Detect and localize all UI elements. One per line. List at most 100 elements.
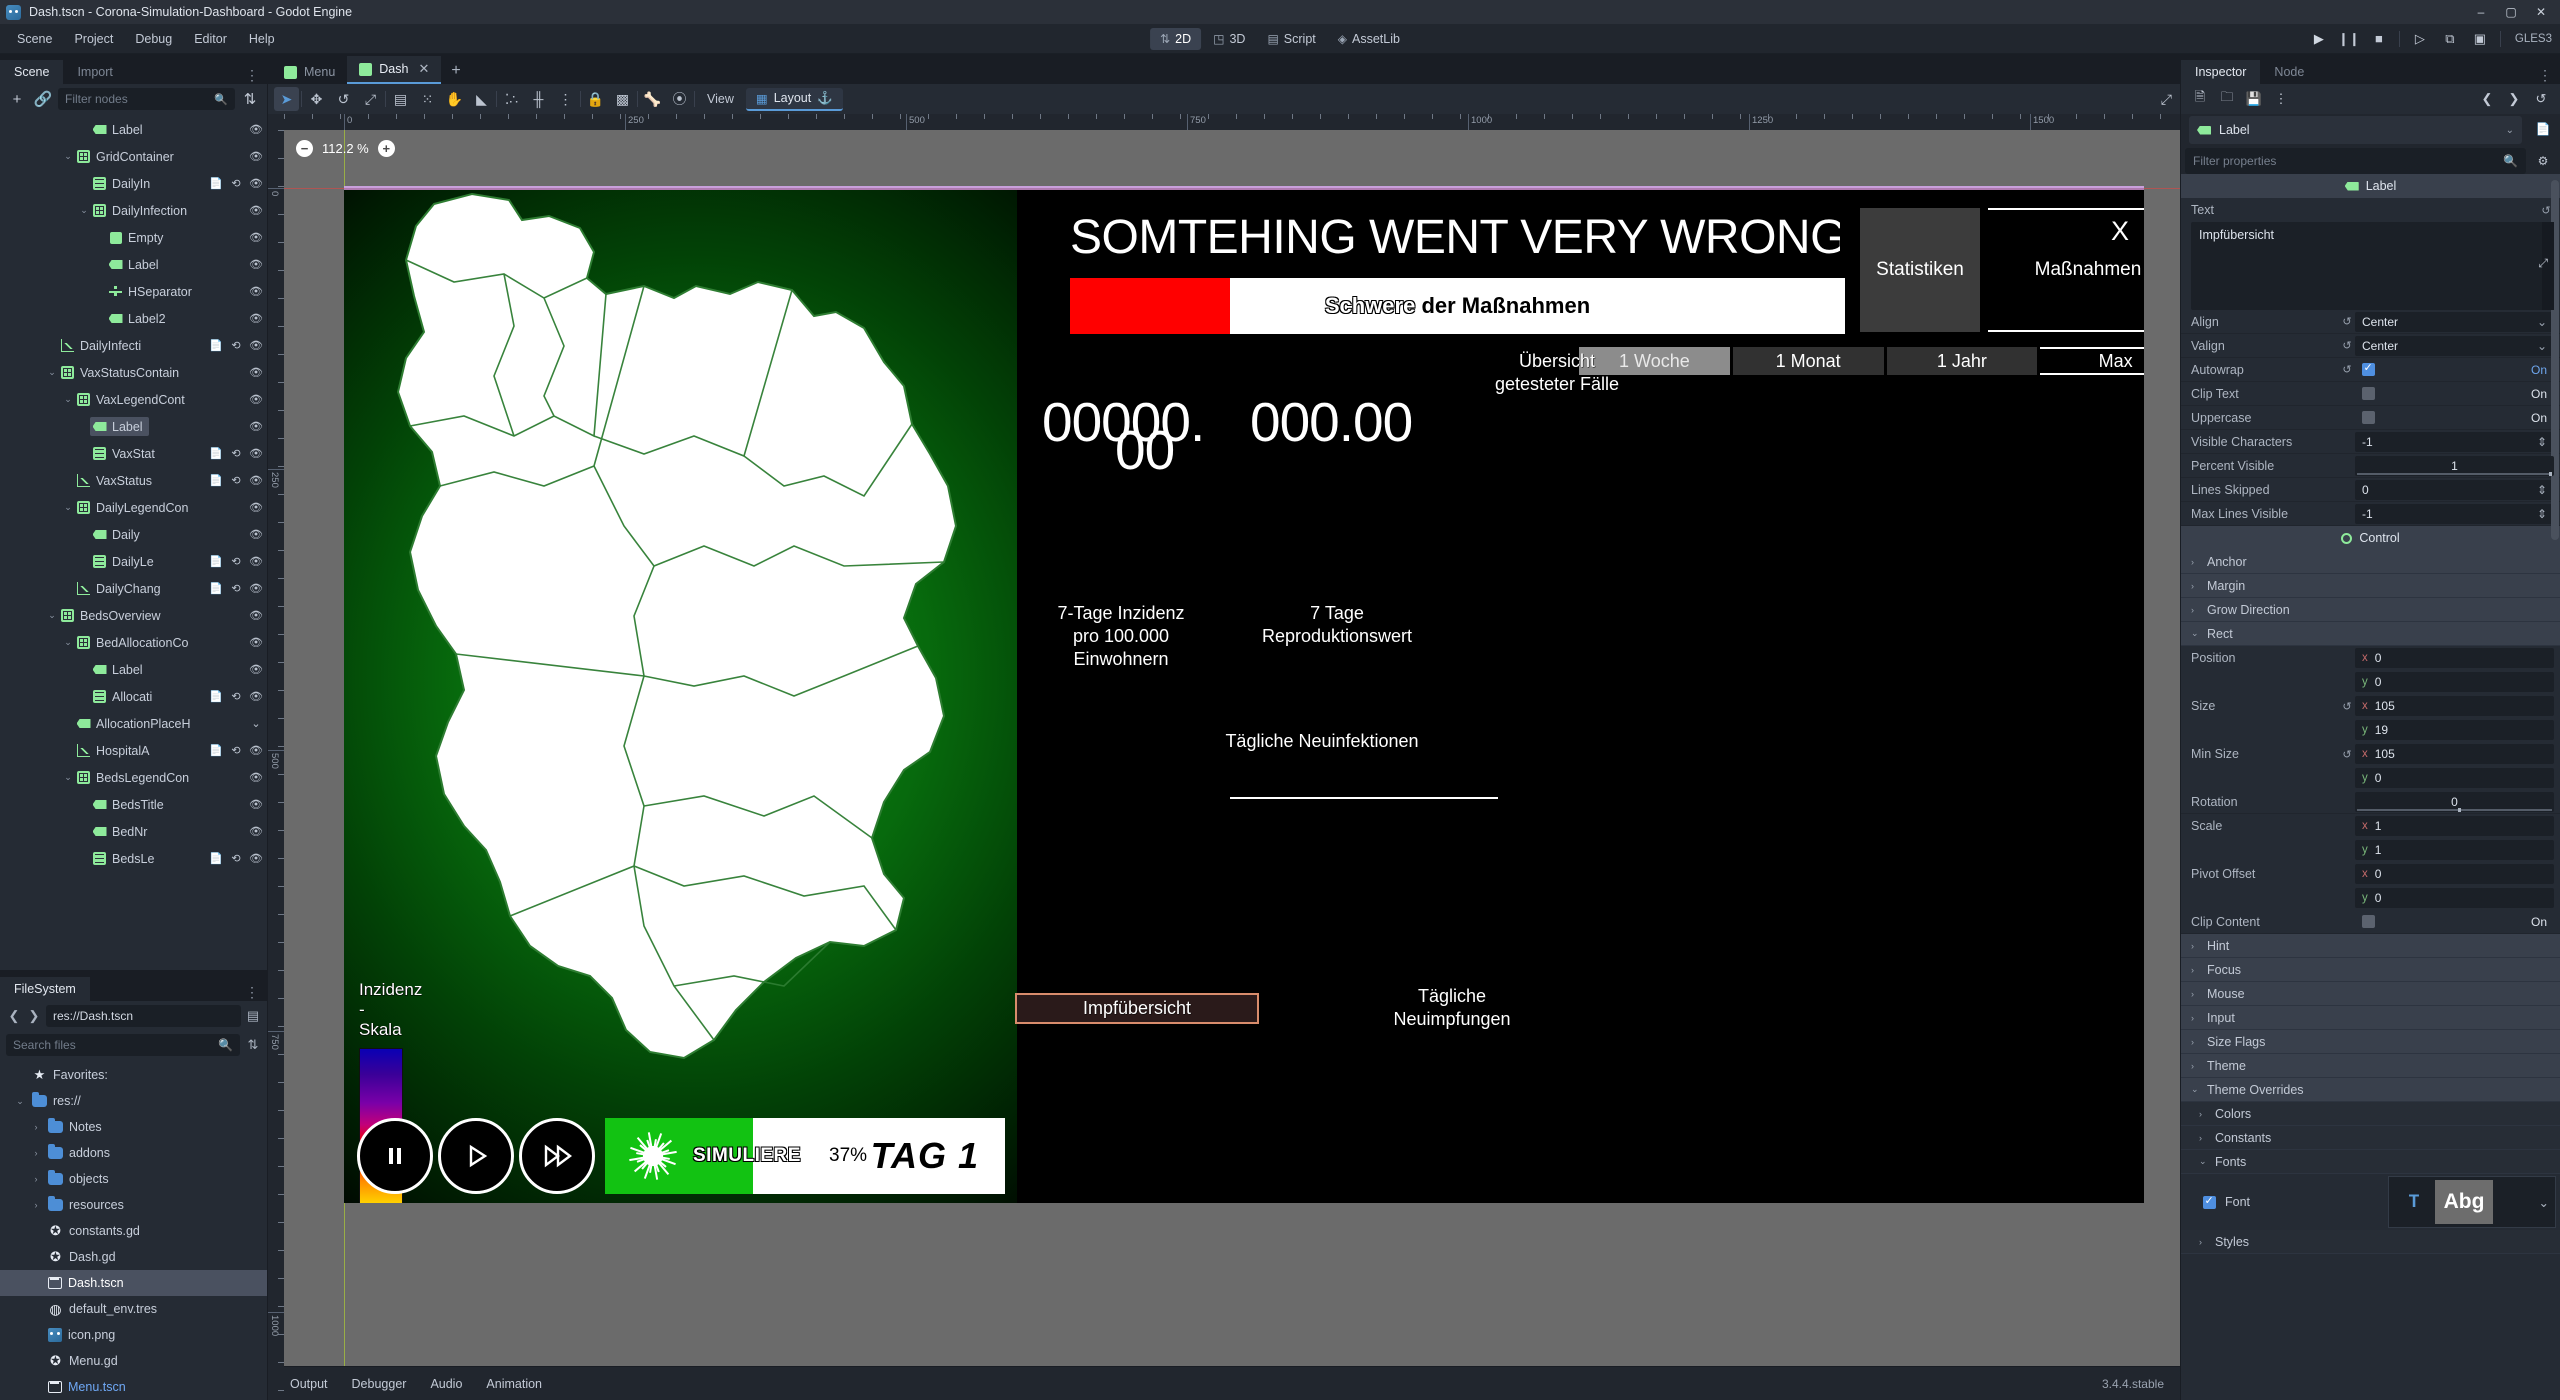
property-slider[interactable]: 1	[2355, 455, 2554, 476]
filesystem-item-addons[interactable]: › addons	[0, 1140, 267, 1166]
scale-icon[interactable]: ⤢	[358, 87, 383, 111]
history-forward-icon[interactable]: ❯	[2502, 88, 2526, 110]
tab-statistiken[interactable]: Statistiken	[1860, 208, 1980, 332]
visibility-icon[interactable]: 👁	[249, 744, 263, 758]
scene-tree-item-empty[interactable]: Empty 👁	[0, 224, 267, 251]
scene-tree-item-bedsle[interactable]: BedsLe 📄 ⟲ 👁	[0, 845, 267, 872]
signal-icon[interactable]: ⟲	[229, 447, 243, 461]
visibility-icon[interactable]: 👁	[249, 312, 263, 326]
filesystem-item-icon-png[interactable]: icon.png	[0, 1322, 267, 1348]
vector-field-y[interactable]: y0	[2355, 672, 2554, 692]
script-icon[interactable]: 📄	[209, 690, 223, 704]
property-checkbox[interactable]: On	[2355, 408, 2554, 428]
property-select[interactable]: Center ⌄	[2355, 311, 2554, 332]
visibility-icon[interactable]: 👁	[249, 798, 263, 812]
vector-field-x[interactable]: x0	[2355, 864, 2554, 884]
filesystem-item-objects[interactable]: › objects	[0, 1166, 267, 1192]
section-anchor[interactable]: › Anchor	[2181, 550, 2560, 574]
chevron-right-icon[interactable]: ›	[2191, 941, 2200, 951]
section-colors[interactable]: › Colors	[2181, 1102, 2560, 1126]
mode-assetlib-button[interactable]: ◈ AssetLib	[1328, 28, 1410, 50]
revert-icon[interactable]: ↺	[2339, 748, 2355, 761]
panel-output[interactable]: Output	[278, 1373, 340, 1395]
chevron-down-icon[interactable]: ⌄	[62, 502, 74, 513]
signal-icon[interactable]: ⟲	[229, 852, 243, 866]
checkbox-icon[interactable]	[2362, 915, 2375, 928]
group-icon[interactable]: ▩	[610, 87, 635, 111]
expand-icon[interactable]: ⤢	[2538, 256, 2548, 271]
mode-script-button[interactable]: ▤ Script	[1257, 28, 1325, 50]
vector-field-x[interactable]: x 105	[2355, 696, 2554, 716]
vector-field-x[interactable]: x0	[2355, 648, 2554, 668]
minimize-button[interactable]: –	[2466, 0, 2496, 24]
expand-icon[interactable]: ⤢	[2161, 91, 2172, 108]
scene-tab-dash[interactable]: Dash ✕	[347, 56, 442, 84]
scene-tree-item-bedslegendcon[interactable]: ⌄ BedsLegendCon 👁	[0, 764, 267, 791]
script-icon[interactable]: 📄	[209, 555, 223, 569]
revert-icon[interactable]: ↺	[2339, 363, 2355, 376]
canvas-2d-area[interactable]: − 112.2 % + Inzidenz - Skala SIMULIERE 3…	[284, 130, 2180, 1400]
add-node-icon[interactable]: +	[6, 88, 28, 110]
section-mouse[interactable]: › Mouse	[2181, 982, 2560, 1006]
history-icon[interactable]: ↺	[2529, 88, 2553, 110]
chevron-down-icon[interactable]: ⌄	[2539, 1195, 2549, 1210]
canvas-viewport[interactable]: 0 250 500 750 1000 1250 1500 0 250 500 750 1000 − …	[268, 114, 2180, 1400]
visibility-icon[interactable]: 👁	[249, 393, 263, 407]
ruler-snap-icon[interactable]: ⁙	[415, 87, 440, 111]
visibility-icon[interactable]: 👁	[249, 447, 263, 461]
property-checkbox[interactable]: On	[2355, 384, 2554, 404]
chevron-down-icon[interactable]: ⌄	[2537, 339, 2547, 353]
scene-tree-item-hospitala[interactable]: HospitalA 📄 ⟲ 👁	[0, 737, 267, 764]
revert-icon[interactable]: ↺	[2339, 315, 2355, 328]
spinner-icon[interactable]: ⇕	[2537, 483, 2547, 497]
section-styles[interactable]: › Styles	[2181, 1230, 2560, 1254]
vector-field-y[interactable]: y 19	[2355, 720, 2554, 740]
scene-tree-item-dailyinfection[interactable]: ⌄ DailyInfection 👁	[0, 197, 267, 224]
new-resource-icon[interactable]: 🗎	[2188, 88, 2212, 110]
chevron-down-icon[interactable]: ⌄	[2191, 1084, 2200, 1095]
visibility-icon[interactable]: 👁	[249, 177, 263, 191]
scene-tree-item-dailylegendcon[interactable]: ⌄ DailyLegendCon 👁	[0, 494, 267, 521]
play-scene-icon[interactable]: ▷	[2410, 29, 2430, 49]
spinner-icon[interactable]: ⇕	[2537, 435, 2547, 449]
chevron-icon[interactable]: ›	[30, 1122, 42, 1132]
chevron-down-icon[interactable]: ⌄	[2537, 315, 2547, 329]
history-back-icon[interactable]: ❮	[2475, 88, 2499, 110]
zoom-out-button[interactable]: −	[296, 140, 313, 157]
scene-tree-item-hseparator[interactable]: HSeparator 👁	[0, 278, 267, 305]
scene-tree-item-dailyle[interactable]: DailyLe 📄 ⟲ 👁	[0, 548, 267, 575]
visibility-icon[interactable]: 👁	[249, 609, 263, 623]
load-icon[interactable]: 🗀	[2215, 88, 2239, 110]
skeleton-icon[interactable]: ⦿	[667, 87, 692, 111]
revert-icon[interactable]: ↺	[2339, 339, 2355, 352]
visibility-icon[interactable]: 👁	[249, 420, 263, 434]
zoom-in-button[interactable]: +	[377, 140, 395, 157]
slider-knob[interactable]	[2549, 471, 2552, 476]
filter-nodes-box[interactable]: 🔍	[58, 88, 235, 110]
bone-icon[interactable]: 🦴	[640, 87, 665, 111]
filesystem-item-dash-gd[interactable]: ✪ Dash.gd	[0, 1244, 267, 1270]
script-icon[interactable]: 📄	[209, 582, 223, 596]
section-hint[interactable]: › Hint	[2181, 934, 2560, 958]
chevron-down-icon[interactable]: ⌄	[62, 394, 74, 405]
search-files-box[interactable]: Search files 🔍	[6, 1034, 240, 1056]
filesystem-menu-icon[interactable]: ⋮	[237, 984, 267, 1001]
menu-editor[interactable]: Editor	[183, 28, 238, 50]
section-rect[interactable]: ⌄ Rect	[2181, 622, 2560, 646]
play-icon[interactable]: ▶	[2309, 29, 2329, 49]
close-dashboard-icon[interactable]: X	[2111, 216, 2129, 247]
section-theme-overrides[interactable]: ⌄ Theme Overrides	[2181, 1078, 2560, 1102]
range-1-jahr[interactable]: 1 Jahr	[1886, 347, 2038, 375]
scene-tree-item-vaxstat[interactable]: VaxStat 📄 ⟲ 👁	[0, 440, 267, 467]
renderer-label[interactable]: GLES3	[2511, 33, 2552, 45]
signal-icon[interactable]: ⟲	[229, 555, 243, 569]
scene-tree[interactable]: Label 👁 ⌄ GridContainer 👁 DailyIn 📄 ⟲ 👁 ⌄ DailyInf…	[0, 114, 267, 970]
scene-tree-item-bedstitle[interactable]: BedsTitle 👁	[0, 791, 267, 818]
lock-icon[interactable]: 🔒	[583, 87, 608, 111]
add-scene-tab-icon[interactable]: +	[441, 58, 470, 84]
visibility-icon[interactable]: 👁	[249, 339, 263, 353]
maximize-button[interactable]: ▢	[2496, 0, 2526, 24]
visibility-icon[interactable]: 👁	[249, 663, 263, 677]
menu-scene[interactable]: Scene	[6, 28, 63, 50]
filesystem-item-res---[interactable]: ⌄ res://	[0, 1088, 267, 1114]
